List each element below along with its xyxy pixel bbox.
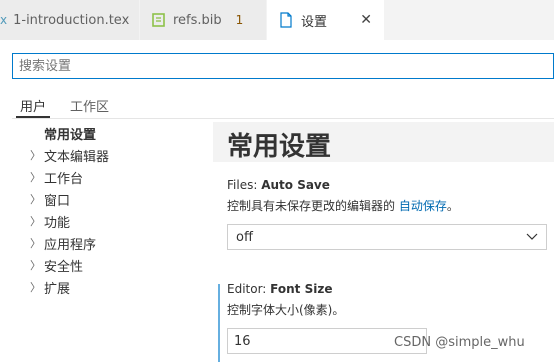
editor-tab-bar: x 1-introduction.tex refs.bib 1 设置 ✕ bbox=[0, 0, 554, 40]
tab-refs-bib[interactable]: refs.bib 1 bbox=[140, 0, 267, 40]
close-icon[interactable]: ✕ bbox=[360, 12, 372, 28]
toc-item-features[interactable]: 〉功能 bbox=[0, 210, 205, 232]
tab-label: 设置 bbox=[301, 14, 328, 30]
setting-category: Files: bbox=[227, 178, 262, 192]
toc-item-workbench[interactable]: 〉工作台 bbox=[0, 166, 205, 188]
toc-label: 安全性 bbox=[44, 259, 84, 275]
chevron-right-icon: 〉 bbox=[30, 281, 41, 294]
active-tab-indicator bbox=[16, 116, 50, 118]
chevron-right-icon: 〉 bbox=[30, 259, 41, 272]
toc-label: 扩展 bbox=[44, 281, 71, 297]
desc-text: 。 bbox=[446, 199, 459, 213]
tex-file-icon: x bbox=[0, 13, 8, 27]
search-settings-input[interactable] bbox=[12, 53, 554, 79]
bib-file-icon bbox=[152, 13, 165, 27]
settings-editor-panel: 常用设置 Files: Auto Save 控制具有未保存更改的编辑器的 自动保… bbox=[213, 122, 554, 362]
setting-title: Editor: Font Size bbox=[227, 282, 427, 296]
setting-focus-indicator bbox=[218, 284, 220, 362]
setting-title: Files: Auto Save bbox=[227, 178, 547, 192]
toc-label: 工作台 bbox=[44, 171, 84, 187]
problem-count-badge: 1 bbox=[235, 13, 244, 27]
setting-name: Font Size bbox=[270, 282, 333, 296]
setting-description: 控制字体大小(像素)。 bbox=[227, 303, 345, 317]
page-title: 常用设置 bbox=[213, 122, 554, 162]
tab-introduction-tex[interactable]: x 1-introduction.tex bbox=[0, 0, 140, 40]
input-value: 16 bbox=[234, 333, 251, 349]
toc-item-extensions[interactable]: 〉扩展 bbox=[0, 276, 205, 298]
toc-item-text-editor[interactable]: 〉文本编辑器 bbox=[0, 144, 205, 166]
toc-label: 窗口 bbox=[44, 193, 71, 209]
select-value: off bbox=[236, 229, 253, 245]
toc-item-security[interactable]: 〉安全性 bbox=[0, 254, 205, 276]
setting-auto-save: Files: Auto Save 控制具有未保存更改的编辑器的 自动保存。 of… bbox=[227, 178, 547, 250]
chevron-down-icon bbox=[526, 233, 538, 240]
setting-category: Editor: bbox=[227, 282, 271, 296]
file-icon bbox=[280, 12, 292, 28]
settings-toc: 常用设置 〉文本编辑器 〉工作台 〉窗口 〉功能 〉应用程序 〉安全性 〉扩展 bbox=[0, 122, 205, 298]
toc-item-application[interactable]: 〉应用程序 bbox=[0, 232, 205, 254]
chevron-right-icon: 〉 bbox=[30, 193, 41, 206]
tab-label: refs.bib bbox=[173, 12, 222, 28]
toc-item-window[interactable]: 〉窗口 bbox=[0, 188, 205, 210]
tab-workspace[interactable]: 工作区 bbox=[56, 92, 119, 120]
desc-text: 控制具有未保存更改的编辑器的 bbox=[227, 199, 399, 213]
chevron-right-icon: 〉 bbox=[30, 237, 41, 250]
setting-name: Auto Save bbox=[261, 178, 330, 192]
toc-label: 功能 bbox=[44, 215, 71, 231]
watermark: CSDN @simple_whu bbox=[394, 335, 525, 350]
auto-save-link[interactable]: 自动保存 bbox=[399, 199, 447, 213]
toc-label: 应用程序 bbox=[44, 237, 97, 253]
divider bbox=[12, 118, 554, 119]
toc-item-common[interactable]: 常用设置 bbox=[0, 122, 205, 144]
setting-description: 控制具有未保存更改的编辑器的 自动保存。 bbox=[227, 197, 547, 214]
chevron-right-icon: 〉 bbox=[30, 149, 41, 162]
tab-settings[interactable]: 设置 ✕ bbox=[267, 0, 385, 40]
chevron-right-icon: 〉 bbox=[30, 215, 41, 228]
auto-save-select[interactable]: off bbox=[227, 224, 547, 250]
chevron-right-icon: 〉 bbox=[30, 171, 41, 184]
toc-label: 文本编辑器 bbox=[44, 149, 110, 165]
tab-label: 1-introduction.tex bbox=[13, 12, 130, 28]
